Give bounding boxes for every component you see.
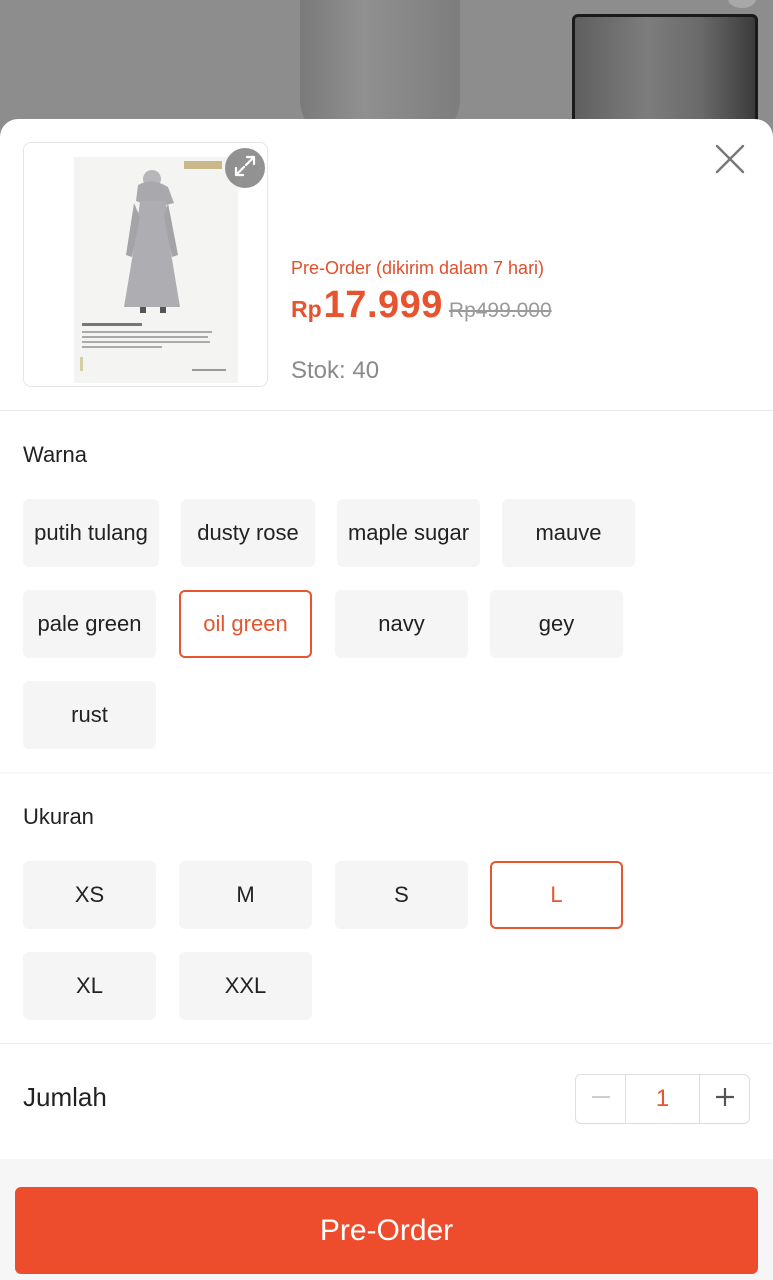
sheet-header: Pre-Order (dikirim dalam 7 hari) Rp 17.9…	[0, 119, 773, 411]
minus-icon	[590, 1086, 612, 1113]
size-option-xxl[interactable]: XXL	[179, 952, 312, 1020]
section-divider	[0, 772, 773, 774]
size-option-xs[interactable]: XS	[23, 861, 156, 929]
decrease-quantity-button[interactable]	[576, 1075, 625, 1123]
expand-icon	[233, 154, 257, 183]
preorder-button[interactable]: Pre-Order	[15, 1187, 758, 1274]
color-option-pale-green[interactable]: pale green	[23, 590, 156, 658]
color-option-maple-sugar[interactable]: maple sugar	[337, 499, 480, 567]
color-section-label: Warna	[23, 442, 87, 467]
currency-symbol: Rp	[291, 296, 322, 322]
size-option-s[interactable]: S	[335, 861, 468, 929]
product-photo	[74, 157, 238, 383]
quantity-stepper: 1	[575, 1074, 750, 1124]
color-option-gey[interactable]: gey	[490, 590, 623, 658]
variant-selection-sheet: Pre-Order (dikirim dalam 7 hari) Rp 17.9…	[0, 119, 773, 1280]
color-option-mauve[interactable]: mauve	[502, 499, 635, 567]
color-option-putih-tulang[interactable]: putih tulang	[23, 499, 159, 567]
plus-icon	[714, 1086, 736, 1113]
background-indicator	[728, 0, 756, 8]
current-price: 17.999	[323, 284, 443, 326]
color-option-dusty-rose[interactable]: dusty rose	[181, 499, 315, 567]
size-option-l[interactable]: L	[490, 861, 623, 929]
quantity-label: Jumlah	[23, 1082, 107, 1112]
original-price: Rp499.000	[448, 299, 552, 322]
product-thumbnail[interactable]	[23, 142, 268, 387]
section-divider	[0, 1043, 773, 1044]
price-row: Rp 17.999 Rp499.000	[291, 284, 552, 327]
increase-quantity-button[interactable]	[700, 1075, 749, 1123]
color-option-oil-green[interactable]: oil green	[179, 590, 312, 658]
close-button[interactable]	[710, 141, 750, 181]
preorder-note: Pre-Order (dikirim dalam 7 hari)	[291, 258, 545, 278]
color-option-rust[interactable]: rust	[23, 681, 156, 749]
close-icon	[714, 143, 746, 180]
expand-image-button[interactable]	[225, 148, 265, 188]
stock-count: Stok: 40	[291, 357, 380, 384]
size-section-label: Ukuran	[23, 804, 94, 829]
size-option-m[interactable]: M	[179, 861, 312, 929]
size-option-xl[interactable]: XL	[23, 952, 156, 1020]
quantity-input[interactable]: 1	[625, 1075, 700, 1123]
color-option-navy[interactable]: navy	[335, 590, 468, 658]
